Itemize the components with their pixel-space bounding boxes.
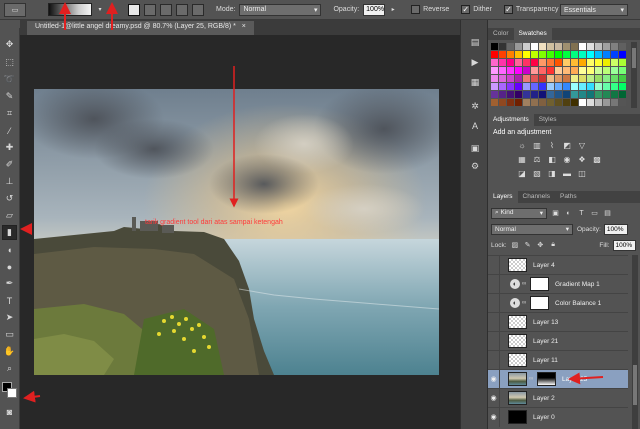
annotation-arrows [20,2,604,403]
arrow-to-color-swatches [23,390,41,403]
arrow-to-layer-25 [568,372,604,385]
